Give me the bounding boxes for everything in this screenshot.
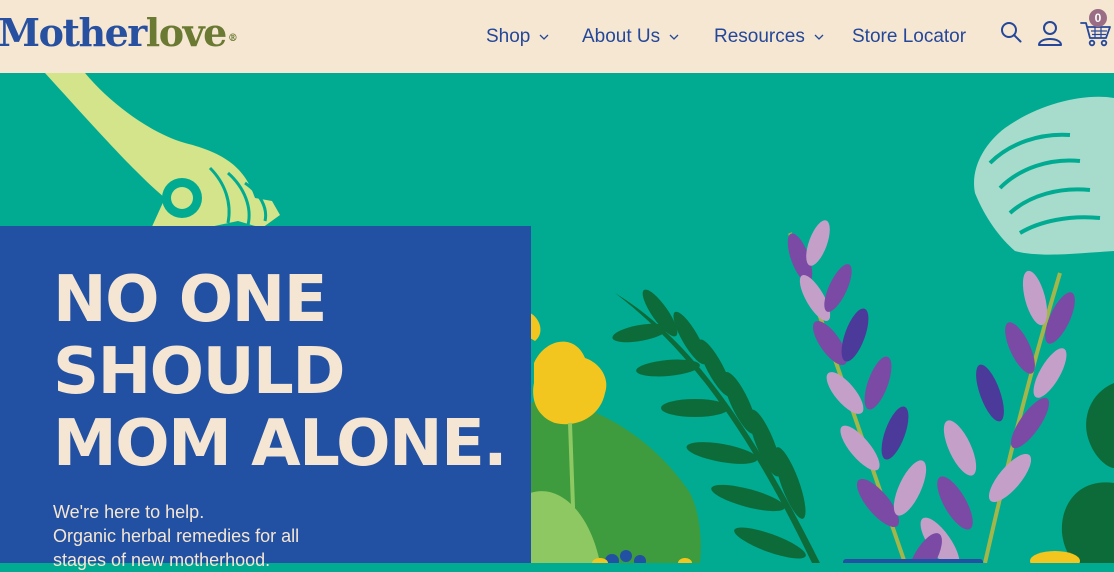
site-header: Motherlove ® Shop About Us Resources Stor… <box>0 0 1114 73</box>
hero-subtext-line-2: Organic herbal remedies for all <box>53 526 300 546</box>
hand-illustration-left <box>45 73 280 231</box>
nav-shop-label: Shop <box>486 25 531 47</box>
hero-headline-line-1: NO ONE <box>53 263 327 337</box>
hand-illustration-right <box>974 96 1114 255</box>
search-icon[interactable] <box>1000 21 1022 43</box>
hero-subtext-line-3: stages of new motherhood. <box>53 550 271 570</box>
chevron-down-icon <box>539 34 549 40</box>
brand-logo[interactable]: Motherlove ® <box>0 10 238 56</box>
hero-headline-line-2: SHOULD <box>53 335 345 409</box>
nav-store-locator[interactable]: Store Locator <box>852 0 966 73</box>
nav-store-locator-label: Store Locator <box>852 25 967 47</box>
nav-resources-label: Resources <box>714 25 805 47</box>
nav-resources[interactable]: Resources <box>714 0 824 73</box>
cart-count-badge: 0 <box>1089 9 1107 27</box>
hero-text-panel: NO ONE SHOULD MOM ALONE. We're here to h… <box>0 226 531 570</box>
hero-cta-button[interactable] <box>843 559 983 563</box>
user-icon[interactable] <box>1037 20 1063 46</box>
chevron-down-icon <box>669 34 679 40</box>
hero-headline: NO ONE SHOULD MOM ALONE. <box>53 263 508 481</box>
nav-about-us[interactable]: About Us <box>582 0 679 73</box>
lavender-sprigs <box>787 220 1075 563</box>
chevron-down-icon <box>814 34 824 40</box>
nav-shop[interactable]: Shop <box>486 0 549 73</box>
hero-subtext: We're here to help. Organic herbal remed… <box>53 500 299 572</box>
hero-headline-line-3: MOM ALONE. <box>53 407 508 481</box>
nav-about-us-label: About Us <box>582 25 661 47</box>
hero-subtext-line-1: We're here to help. <box>53 502 205 522</box>
